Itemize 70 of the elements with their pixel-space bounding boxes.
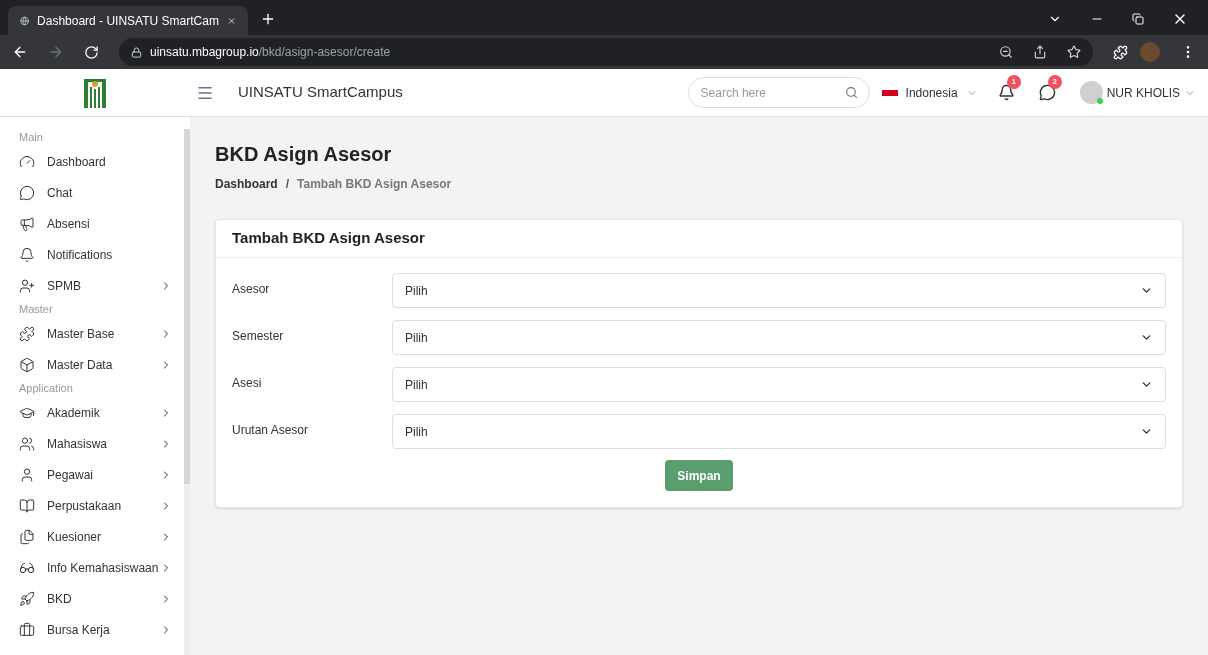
sidebar-item[interactable]: Kuesioner [19, 521, 180, 552]
megaphone-icon [19, 215, 35, 232]
sidebar-item[interactable]: Master Base [19, 318, 180, 349]
sidebar-item[interactable]: BKD [19, 583, 180, 614]
flag-icon [881, 89, 898, 96]
back-icon[interactable] [12, 44, 28, 60]
message-badge: 2 [1047, 75, 1062, 89]
chat-icon[interactable] [1038, 84, 1056, 101]
users-icon [19, 435, 35, 452]
rocket-icon [19, 590, 35, 607]
share-icon[interactable] [1033, 45, 1047, 59]
documents-icon [19, 528, 35, 545]
url-text: uinsatu.mbagroup.io/bkd/asign-asesor/create [150, 44, 391, 61]
select-field[interactable]: Pilih [392, 273, 1166, 308]
sidebar-item[interactable]: Dashboard [19, 146, 180, 177]
new-tab-icon[interactable] [260, 11, 276, 27]
breadcrumb-separator: / [285, 176, 290, 193]
section-title: Application [19, 381, 74, 396]
sidebar-item[interactable]: Absensi [19, 208, 180, 239]
extensions-icon[interactable] [1113, 44, 1128, 60]
notification-badge: 1 [1006, 75, 1021, 89]
cube-icon [19, 356, 35, 373]
breadcrumb-item[interactable]: Dashboard [215, 175, 278, 193]
sidebar-item[interactable]: Akademik [19, 397, 180, 428]
sidebar-item[interactable]: Bursa Kerja [19, 614, 180, 645]
breadcrumb-item: Tambah BKD Asign Asesor [297, 176, 452, 193]
language-selector[interactable]: Indonesia [881, 83, 978, 102]
user-plus-icon [19, 277, 35, 294]
browser-tab[interactable]: Dashboard - UINSATU SmartCam [8, 6, 248, 35]
bell-icon [19, 246, 35, 263]
field-label: Semester [232, 328, 285, 345]
puzzle-icon [19, 325, 35, 342]
sidebar-item[interactable]: Pegawai [19, 459, 180, 490]
section-title: Master [19, 302, 54, 317]
book-icon [19, 497, 35, 514]
search-field[interactable]: Search here [687, 77, 870, 108]
reload-icon[interactable] [84, 44, 99, 60]
field-label: Urutan Asesor [232, 422, 310, 439]
select-field[interactable]: Pilih [392, 414, 1166, 449]
star-icon[interactable] [1067, 45, 1081, 59]
sidebar-item[interactable]: Master Data [19, 349, 180, 380]
search-icon[interactable] [844, 86, 858, 99]
zoom-out-icon[interactable] [999, 45, 1013, 59]
tab-title: Dashboard - UINSATU SmartCam [37, 12, 219, 30]
sidebar-item[interactable]: Notifications [19, 239, 180, 270]
select-field[interactable]: Pilih [392, 320, 1166, 355]
chat-icon [19, 184, 35, 201]
address-field[interactable]: uinsatu.mbagroup.io/bkd/asign-asesor/create [119, 38, 1093, 66]
gauge-icon [19, 153, 35, 170]
logo-icon [83, 76, 107, 109]
section-title: Main [19, 130, 44, 145]
user-icon [19, 466, 35, 483]
sidebar-item[interactable]: Mahasiswa [19, 428, 180, 459]
lock-icon [131, 46, 142, 58]
sidebar-item[interactable]: Perpustakaan [19, 490, 180, 521]
restore-icon[interactable] [1132, 13, 1144, 25]
sidebar-item[interactable]: Info Kemahasiswaan [19, 552, 180, 583]
select-field[interactable]: Pilih [392, 367, 1166, 402]
avatar [1079, 81, 1103, 104]
sidebar-item[interactable]: Chat [19, 177, 180, 208]
page-title: BKD Asign Asesor [215, 142, 393, 167]
forward-icon[interactable] [48, 44, 64, 60]
field-label: Asesor [232, 281, 271, 298]
user-menu[interactable]: NUR KHOLIS [1106, 83, 1196, 102]
app-name: UINSATU SmartCampus [238, 82, 403, 103]
card-title: Tambah BKD Asign Asesor [216, 220, 1182, 258]
bell-icon[interactable] [997, 84, 1015, 101]
field-label: Asesi [232, 375, 263, 392]
briefcase-icon [19, 621, 35, 638]
sidebar-item[interactable]: SPMB [19, 270, 180, 301]
